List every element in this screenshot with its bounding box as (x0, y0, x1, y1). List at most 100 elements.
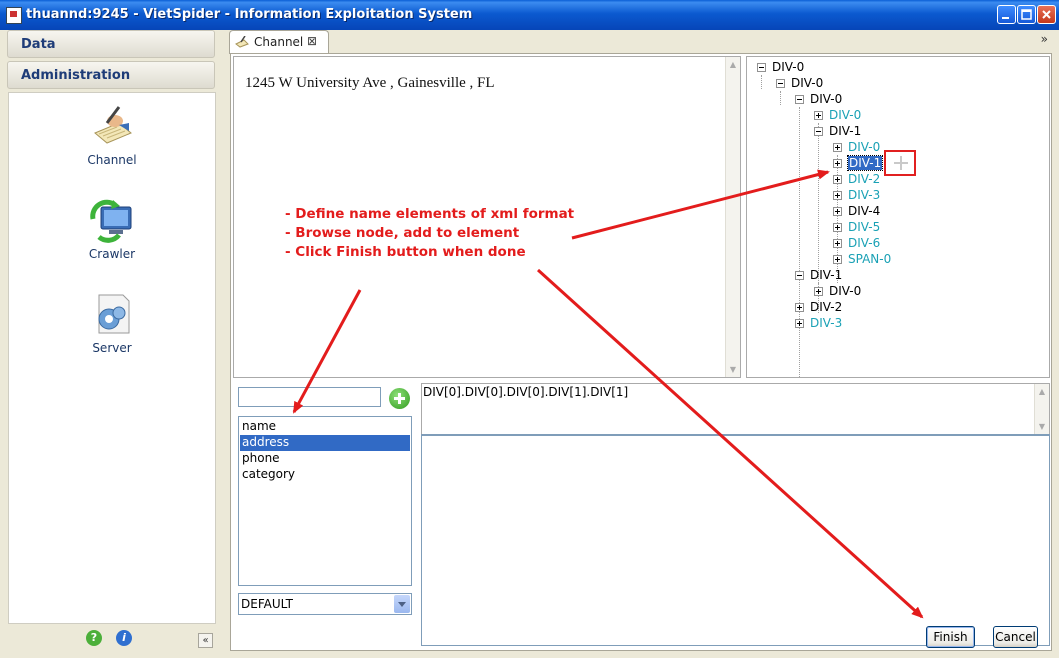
tree-node-label[interactable]: DIV-3 (810, 316, 842, 330)
element-detail-area[interactable] (421, 434, 1050, 646)
add-node-icon (894, 156, 908, 170)
scroll-up-icon[interactable]: ▲ (726, 57, 740, 72)
expand-icon[interactable] (795, 319, 804, 328)
tree-node[interactable]: DIV-6 (833, 236, 880, 252)
info-icon[interactable]: i (116, 630, 132, 646)
tree-node-label[interactable]: DIV-2 (848, 172, 880, 186)
collapse-sidebar-button[interactable]: « (198, 633, 213, 648)
dom-tree: DIV-0 DIV-0 DIV-0 DIV-0 DIV-1 DIV-0 DIV-1 DIV-2… (746, 56, 1050, 378)
close-button[interactable] (1037, 5, 1056, 24)
node-path-field[interactable]: DIV[0].DIV[0].DIV[0].DIV[1].DIV[1] ▲ ▼ (421, 383, 1050, 435)
tree-node-label[interactable]: DIV-1 (846, 155, 884, 171)
window-title: thuannd:9245 - VietSpider - Information … (26, 7, 473, 22)
tree-node-label[interactable]: DIV-5 (848, 220, 880, 234)
add-to-element-button[interactable] (884, 150, 916, 176)
tree-node-label[interactable]: DIV-6 (848, 236, 880, 250)
preview-scrollbar[interactable]: ▲ ▼ (725, 57, 740, 377)
expand-icon[interactable] (833, 239, 842, 248)
annotation-line: - Define name elements of xml format (285, 206, 575, 222)
channel-tab-icon (235, 36, 249, 48)
collapse-icon[interactable] (795, 271, 804, 280)
expand-icon[interactable] (833, 175, 842, 184)
tree-node[interactable]: DIV-0 (795, 92, 842, 108)
path-scrollbar[interactable]: ▲ ▼ (1034, 384, 1049, 434)
channel-launcher[interactable]: Channel (9, 103, 215, 167)
expand-icon[interactable] (833, 255, 842, 264)
tree-node-label[interactable]: SPAN-0 (848, 252, 891, 266)
tree-node-label[interactable]: DIV-2 (810, 300, 842, 314)
tree-node[interactable]: DIV-1 (795, 268, 842, 284)
expand-icon[interactable] (833, 207, 842, 216)
scroll-up-icon[interactable]: ▲ (1035, 384, 1049, 399)
crawler-label: Crawler (88, 247, 136, 261)
tree-node[interactable]: DIV-4 (833, 204, 880, 220)
collapse-icon[interactable] (757, 63, 766, 72)
expand-icon[interactable] (833, 159, 842, 168)
crawler-launcher[interactable]: Crawler (9, 197, 215, 261)
tree-node[interactable]: DIV-0 (757, 60, 804, 76)
sidebar-section-administration[interactable]: Administration (7, 61, 215, 89)
list-item-address[interactable]: address (240, 435, 410, 451)
tree-node-label[interactable]: DIV-0 (791, 76, 823, 90)
scroll-down-icon[interactable]: ▼ (1035, 419, 1049, 434)
scroll-down-icon[interactable]: ▼ (726, 362, 740, 377)
maximize-button[interactable] (1017, 5, 1036, 24)
tab-channel-label: Channel (254, 35, 304, 49)
preview-text: 1245 W University Ave , Gainesville , FL (245, 75, 495, 91)
collapse-icon[interactable] (814, 127, 823, 136)
tree-node[interactable]: DIV-2 (795, 300, 842, 316)
main-area: Channel ⊠ » 1245 W University Ave , Gain… (229, 30, 1054, 653)
expand-icon[interactable] (833, 143, 842, 152)
tree-node[interactable]: DIV-0 (814, 284, 861, 300)
tab-channel[interactable]: Channel ⊠ (229, 30, 329, 54)
list-item-category[interactable]: category (240, 467, 410, 483)
group-select[interactable]: DEFAULT (238, 593, 412, 615)
server-launcher[interactable]: Server (9, 291, 215, 355)
expand-icon[interactable] (833, 191, 842, 200)
channel-label: Channel (87, 153, 137, 167)
tree-node-label[interactable]: DIV-0 (829, 108, 861, 122)
collapse-icon[interactable] (795, 95, 804, 104)
expand-icon[interactable] (795, 303, 804, 312)
tree-node[interactable]: DIV-0 (776, 76, 823, 92)
tree-node-label[interactable]: DIV-1 (829, 124, 861, 138)
tree-node-label[interactable]: DIV-3 (848, 188, 880, 202)
chevron-down-icon[interactable] (394, 595, 410, 613)
help-icon[interactable]: ? (86, 630, 102, 646)
tree-node-label[interactable]: DIV-4 (848, 204, 880, 218)
tree-node[interactable]: SPAN-0 (833, 252, 891, 268)
element-name-input[interactable] (238, 387, 381, 407)
collapse-icon[interactable] (776, 79, 785, 88)
tree-guide (799, 107, 800, 377)
tab-close-icon[interactable]: ⊠ (307, 34, 317, 48)
tree-node-label[interactable]: DIV-0 (848, 140, 880, 154)
annotation-line: - Click Finish button when done (285, 244, 526, 260)
tree-guide (780, 91, 781, 105)
tree-node[interactable]: DIV-2 (833, 172, 880, 188)
expand-icon[interactable] (814, 287, 823, 296)
finish-button[interactable]: Finish (926, 626, 975, 648)
element-list[interactable]: name address phone category (238, 416, 412, 586)
list-item-name[interactable]: name (240, 419, 410, 435)
tree-node[interactable]: DIV-1 (814, 124, 861, 140)
tree-node[interactable]: DIV-3 (833, 188, 880, 204)
minimize-button[interactable] (997, 5, 1016, 24)
list-item-phone[interactable]: phone (240, 451, 410, 467)
view-menu-chevron-icon[interactable]: » (1041, 32, 1048, 46)
tree-node-label[interactable]: DIV-0 (829, 284, 861, 298)
tree-node[interactable]: DIV-1 (833, 155, 884, 172)
cancel-button[interactable]: Cancel (993, 626, 1038, 648)
tree-node[interactable]: DIV-0 (833, 140, 880, 156)
sidebar-section-data[interactable]: Data (7, 30, 215, 58)
tree-node-label[interactable]: DIV-0 (810, 92, 842, 106)
tree-node[interactable]: DIV-0 (814, 108, 861, 124)
expand-icon[interactable] (833, 223, 842, 232)
add-element-icon[interactable] (389, 388, 410, 409)
sidebar: Data Administration Channel Crawler Serv… (5, 30, 217, 653)
expand-icon[interactable] (814, 111, 823, 120)
tree-node[interactable]: DIV-3 (795, 316, 842, 332)
channel-icon (89, 103, 135, 149)
tree-node-label[interactable]: DIV-0 (772, 60, 804, 74)
tree-node-label[interactable]: DIV-1 (810, 268, 842, 282)
tree-node[interactable]: DIV-5 (833, 220, 880, 236)
